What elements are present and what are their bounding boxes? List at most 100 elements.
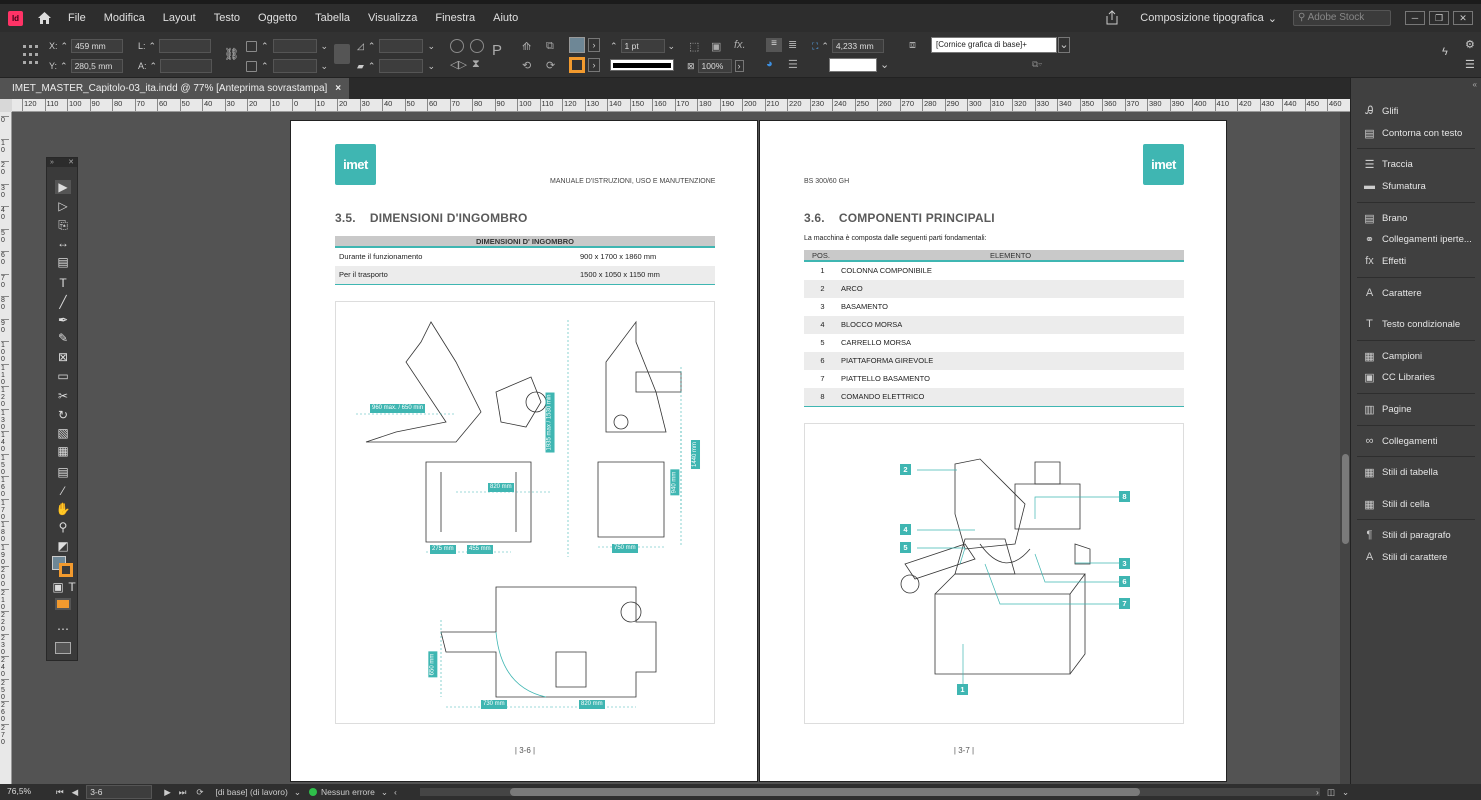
page-tool-icon[interactable]: ⎘ <box>55 218 71 232</box>
formatting-text-icon[interactable]: T <box>64 580 80 594</box>
tools-panel-header[interactable]: » ✕ <box>47 158 77 167</box>
scroll-left-icon[interactable]: ‹ <box>394 787 397 797</box>
select-container-icon[interactable]: ⟰ <box>522 40 531 53</box>
menu-file[interactable]: File <box>59 4 95 32</box>
rotation-field[interactable] <box>379 39 424 53</box>
scale-y-field[interactable] <box>272 59 317 73</box>
page-field[interactable]: 3-6 <box>86 785 153 799</box>
next-page-icon[interactable]: ▶ <box>164 787 171 798</box>
type-tool-icon[interactable]: T <box>55 276 71 290</box>
panel-effects[interactable]: fx Effetti <box>1363 255 1406 267</box>
ruler-origin[interactable] <box>0 99 12 112</box>
rectangle-tool-icon[interactable]: ▭ <box>55 369 71 383</box>
page-sync-icon[interactable]: ⟳ <box>196 787 203 798</box>
panel-text-wrap[interactable]: ▤ Contorna con testo <box>1363 127 1462 140</box>
frame-fitting-icon[interactable]: ⬚ <box>689 40 699 53</box>
page-right[interactable]: imet BS 300/60 GH 3.6. COMPONENTI PRINCIP… <box>759 120 1227 782</box>
vertical-scrollbar[interactable] <box>1340 112 1350 784</box>
rectangle-frame-tool-icon[interactable]: ⊠ <box>55 350 71 364</box>
panel-links[interactable]: ∞ Collegamenti <box>1363 435 1438 447</box>
zoom-tool-icon[interactable]: ⚲ <box>55 520 71 534</box>
constrain-scale-icon[interactable] <box>334 44 350 64</box>
panel-swatches[interactable]: ▦ Campioni <box>1363 350 1422 363</box>
object-style-chevron-icon[interactable]: ⌄ <box>1058 37 1070 53</box>
pen-tool-icon[interactable]: ✒ <box>55 313 71 327</box>
vertical-ruler[interactable]: 01 02 03 04 05 06 07 08 09 01 0 01 1 01 … <box>0 112 12 784</box>
distribute-icon[interactable]: ☰ <box>788 58 798 71</box>
minimize-button[interactable]: ─ <box>1405 11 1425 25</box>
x-field[interactable]: 459 mm <box>71 39 124 53</box>
gradient-swatch-tool-icon[interactable]: ▧ <box>55 426 71 440</box>
dock-collapse-icon[interactable]: « <box>1473 80 1477 89</box>
menu-testo[interactable]: Testo <box>205 4 249 32</box>
select-next-icon[interactable]: ⟳ <box>546 59 555 72</box>
select-previous-icon[interactable]: ⟲ <box>522 59 531 72</box>
panel-conditional-text[interactable]: T Testo condizionale <box>1363 318 1460 330</box>
control-panel-menu-icon[interactable]: ☰ <box>1465 58 1475 71</box>
default-colors-icon[interactable]: ◩ <box>55 539 71 553</box>
reference-point-icon[interactable] <box>22 42 40 68</box>
rotate-cw-icon[interactable] <box>450 39 464 53</box>
align-center-icon[interactable]: ≣ <box>788 38 797 51</box>
chevron-down-icon[interactable]: ⌄ <box>294 787 301 798</box>
preview-mode-icon[interactable]: ⋯ <box>55 622 71 636</box>
horizontal-scroll-thumb[interactable] <box>510 788 1140 796</box>
gradient-feather-tool-icon[interactable]: ▦ <box>55 444 71 458</box>
menu-modifica[interactable]: Modifica <box>95 4 154 32</box>
panel-gradient[interactable]: ▬ Sfumatura <box>1363 180 1426 192</box>
width-field[interactable] <box>159 39 212 53</box>
prev-page-icon[interactable]: ◀ <box>72 787 79 798</box>
hand-tool-icon[interactable]: ✋ <box>55 502 71 516</box>
panel-cc-libraries[interactable]: ▣ CC Libraries <box>1363 371 1435 384</box>
frame-fill-icon[interactable]: ▣ <box>711 40 721 53</box>
panel-character-styles[interactable]: A Stili di carattere <box>1363 551 1448 563</box>
home-icon[interactable] <box>35 9 53 27</box>
height-field[interactable] <box>160 59 213 73</box>
clear-overrides-icon[interactable]: ⧉▿ <box>1032 59 1042 70</box>
scroll-right-icon[interactable]: › <box>1316 787 1319 797</box>
direct-selection-tool-icon[interactable]: ▷ <box>55 199 71 213</box>
flip-vertical-icon[interactable]: ⧗ <box>472 58 480 71</box>
free-transform-tool-icon[interactable]: ↻ <box>55 408 71 422</box>
last-page-icon[interactable]: ⏭ <box>179 787 187 798</box>
lightning-icon[interactable]: ϟ <box>1442 46 1448 58</box>
chevron-down-icon[interactable]: ⌄ <box>1342 787 1349 798</box>
note-tool-icon[interactable]: ▤ <box>55 465 71 479</box>
zoom-field[interactable]: 76,5% <box>4 785 48 799</box>
gap-tool-icon[interactable]: ↔ <box>55 236 71 250</box>
scissors-tool-icon[interactable]: ✂ <box>55 389 71 403</box>
eyedropper-tool-icon[interactable]: ⁄ <box>55 484 71 498</box>
align-left-icon[interactable]: ≡ <box>766 38 782 52</box>
menu-aiuto[interactable]: Aiuto <box>484 4 527 32</box>
split-view-icon[interactable]: ◫ <box>1327 787 1335 798</box>
gap-field[interactable]: 4,233 mm <box>831 39 884 53</box>
fill-menu-button[interactable]: › <box>588 38 600 52</box>
horizontal-scrollbar[interactable] <box>420 788 1320 796</box>
close-window-button[interactable]: ✕ <box>1453 11 1473 25</box>
close-panel-icon[interactable]: ✕ <box>68 158 74 167</box>
panel-character[interactable]: A Carattere <box>1363 287 1422 299</box>
chevron-down-icon[interactable]: ⌄ <box>381 787 388 798</box>
close-tab-icon[interactable]: × <box>335 78 341 99</box>
document-canvas[interactable]: imet MANUALE D'ISTRUZIONI, USO E MANUTEN… <box>12 112 1340 784</box>
content-collector-icon[interactable]: ▤ <box>55 255 71 269</box>
stroke-style-dropdown[interactable] <box>829 58 877 72</box>
stroke-weight-field[interactable]: 1 pt <box>620 39 665 53</box>
pencil-tool-icon[interactable]: ✎ <box>55 331 71 345</box>
stroke-style-chevron-icon[interactable]: ⌄ <box>880 58 889 71</box>
components-drawing[interactable]: 2 8 4 5 3 6 7 1 <box>804 423 1184 724</box>
stroke-color-icon[interactable] <box>59 563 73 577</box>
dimensions-drawing[interactable]: 960 max. / 650 min 820 mm 275 mm 455 mm … <box>335 301 715 724</box>
menu-oggetto[interactable]: Oggetto <box>249 4 306 32</box>
preflight-status[interactable]: Nessun errore <box>321 787 375 797</box>
line-tool-icon[interactable]: ╱ <box>55 295 71 309</box>
adobe-stock-search[interactable]: ⚲ Adobe Stock <box>1293 10 1391 26</box>
panel-story[interactable]: ▤ Brano <box>1363 212 1407 225</box>
stroke-menu-button[interactable]: › <box>588 58 600 72</box>
stroke-swatch[interactable] <box>569 57 585 73</box>
select-content-icon[interactable]: ⧉ <box>546 40 554 53</box>
apply-color-icon[interactable] <box>55 598 71 610</box>
selection-tool-icon[interactable]: ▶ <box>55 180 71 194</box>
opacity-field[interactable]: 100% <box>697 59 732 73</box>
control-settings-gear-icon[interactable]: ⚙ <box>1465 38 1475 51</box>
